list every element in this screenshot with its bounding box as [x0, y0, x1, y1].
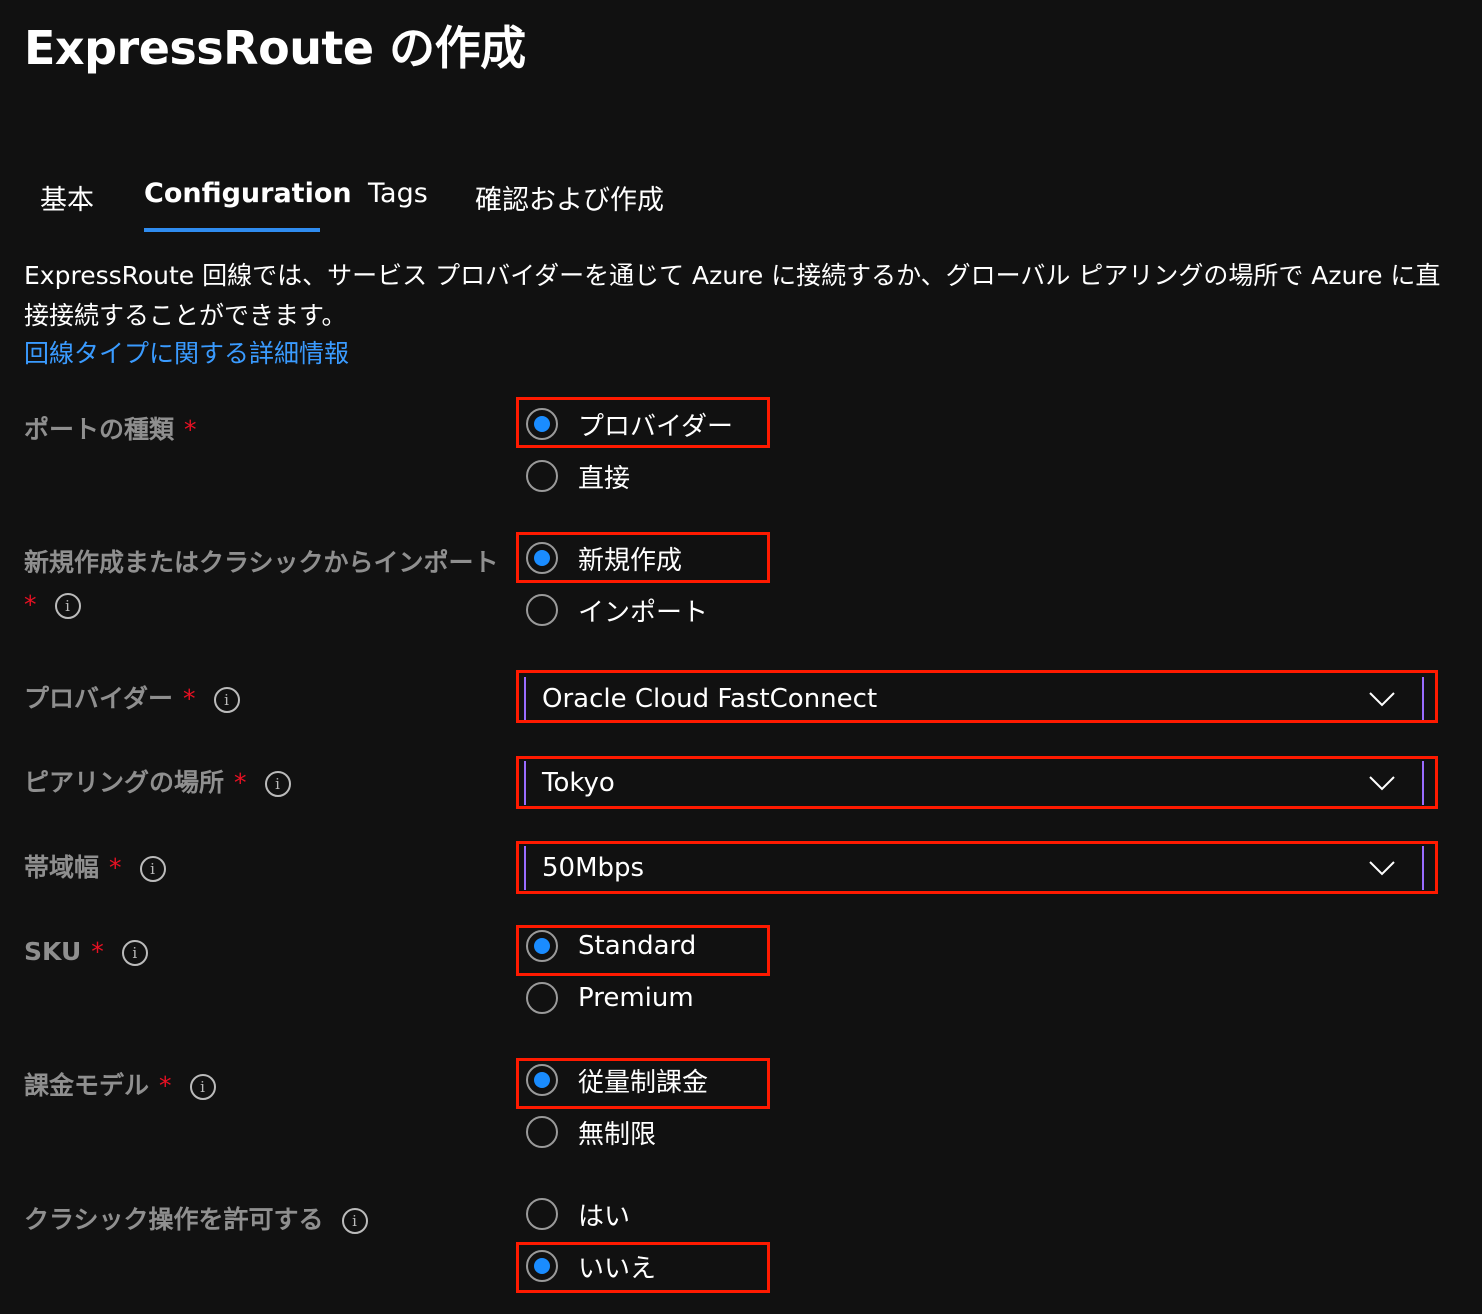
- required-indicator: *: [183, 684, 196, 713]
- peering-location-dropdown[interactable]: Tokyo: [524, 761, 1424, 805]
- radio-label: 直接: [578, 463, 631, 494]
- billing-option-metered[interactable]: 従量制課金: [526, 1061, 708, 1099]
- provider-dropdown[interactable]: Oracle Cloud FastConnect: [524, 677, 1424, 721]
- billing-model-label-text: 課金モデル: [24, 1071, 150, 1100]
- allow-classic-option-no[interactable]: いいえ: [526, 1247, 656, 1285]
- bandwidth-value: 50Mbps: [542, 853, 645, 883]
- radio-checked-icon[interactable]: [526, 408, 558, 440]
- peering-location-label-text: ピアリングの場所: [24, 768, 225, 797]
- create-or-import-label-text: 新規作成またはクラシックからインポート: [24, 548, 499, 577]
- create-or-import-label: 新規作成またはクラシックからインポート: [24, 546, 499, 580]
- page-title: ExpressRoute の作成: [24, 21, 526, 75]
- provider-value: Oracle Cloud FastConnect: [542, 684, 878, 714]
- peering-location-value: Tokyo: [542, 768, 615, 798]
- billing-model-label: 課金モデル * i: [24, 1069, 216, 1103]
- info-icon[interactable]: i: [139, 856, 166, 882]
- intro-description: ExpressRoute 回線では、サービス プロバイダーを通じて Azure …: [24, 261, 1441, 330]
- radio-unchecked-icon[interactable]: [526, 982, 558, 1014]
- tab-review-create[interactable]: 確認および作成: [475, 178, 664, 217]
- radio-label: 無制限: [578, 1119, 657, 1150]
- radio-unchecked-icon[interactable]: [526, 1198, 558, 1230]
- info-icon[interactable]: i: [189, 1074, 216, 1100]
- info-icon[interactable]: i: [264, 771, 291, 797]
- active-tab-indicator: [144, 228, 320, 232]
- radio-unchecked-icon[interactable]: [526, 1116, 558, 1148]
- tab-basics[interactable]: 基本: [40, 178, 94, 217]
- port-type-option-provider[interactable]: プロバイダー: [526, 405, 733, 443]
- radio-unchecked-icon[interactable]: [526, 460, 558, 492]
- required-indicator: *: [184, 415, 197, 444]
- bandwidth-label-text: 帯域幅: [24, 853, 100, 882]
- radio-label: いいえ: [578, 1253, 657, 1284]
- port-type-label-text: ポートの種類: [24, 415, 175, 444]
- info-icon[interactable]: i: [121, 940, 148, 966]
- sku-option-premium[interactable]: Premium: [526, 979, 694, 1017]
- provider-label-text: プロバイダー: [24, 684, 174, 713]
- create-option-import[interactable]: インポート: [526, 591, 708, 629]
- required-indicator: *: [109, 853, 122, 882]
- tab-configuration[interactable]: Configuration: [144, 178, 352, 209]
- bandwidth-dropdown[interactable]: 50Mbps: [524, 846, 1424, 890]
- sku-option-standard[interactable]: Standard: [526, 927, 696, 965]
- radio-checked-icon[interactable]: [526, 1250, 558, 1282]
- required-indicator: *: [159, 1071, 172, 1100]
- port-type-label: ポートの種類 *: [24, 413, 197, 447]
- allow-classic-label-text: クラシック操作を許可する: [24, 1205, 324, 1234]
- radio-label: 従量制課金: [578, 1067, 709, 1098]
- bandwidth-label: 帯域幅 * i: [24, 851, 166, 885]
- info-icon[interactable]: i: [54, 593, 81, 619]
- radio-label: プロバイダー: [578, 411, 733, 442]
- allow-classic-option-yes[interactable]: はい: [526, 1195, 630, 1233]
- chevron-down-icon[interactable]: [1368, 691, 1396, 707]
- required-indicator: *: [24, 590, 37, 619]
- radio-checked-icon[interactable]: [526, 542, 558, 574]
- peering-location-label: ピアリングの場所 * i: [24, 766, 291, 800]
- radio-label: はい: [578, 1201, 631, 1232]
- create-or-import-label-extra: * i: [14, 588, 81, 622]
- provider-label: プロバイダー * i: [24, 682, 240, 716]
- learn-more-link[interactable]: 回線タイプに関する詳細情報: [24, 334, 349, 374]
- required-indicator: *: [234, 768, 247, 797]
- port-type-option-direct[interactable]: 直接: [526, 457, 630, 495]
- chevron-down-icon[interactable]: [1368, 775, 1396, 791]
- radio-label: Premium: [578, 983, 694, 1013]
- radio-label: インポート: [578, 597, 709, 628]
- create-option-new[interactable]: 新規作成: [526, 539, 682, 577]
- radio-label: 新規作成: [578, 545, 683, 576]
- radio-label: Standard: [578, 931, 697, 961]
- sku-label: SKU * i: [24, 935, 148, 969]
- radio-checked-icon[interactable]: [526, 1064, 558, 1096]
- chevron-down-icon[interactable]: [1368, 860, 1396, 876]
- sku-label-text: SKU: [24, 937, 82, 966]
- billing-option-unlimited[interactable]: 無制限: [526, 1113, 656, 1151]
- info-icon[interactable]: i: [341, 1208, 368, 1234]
- radio-checked-icon[interactable]: [526, 930, 558, 962]
- required-indicator: *: [91, 937, 104, 966]
- radio-unchecked-icon[interactable]: [526, 594, 558, 626]
- allow-classic-label: クラシック操作を許可する i: [24, 1203, 368, 1237]
- tab-tags[interactable]: Tags: [368, 178, 428, 209]
- info-icon[interactable]: i: [213, 687, 240, 713]
